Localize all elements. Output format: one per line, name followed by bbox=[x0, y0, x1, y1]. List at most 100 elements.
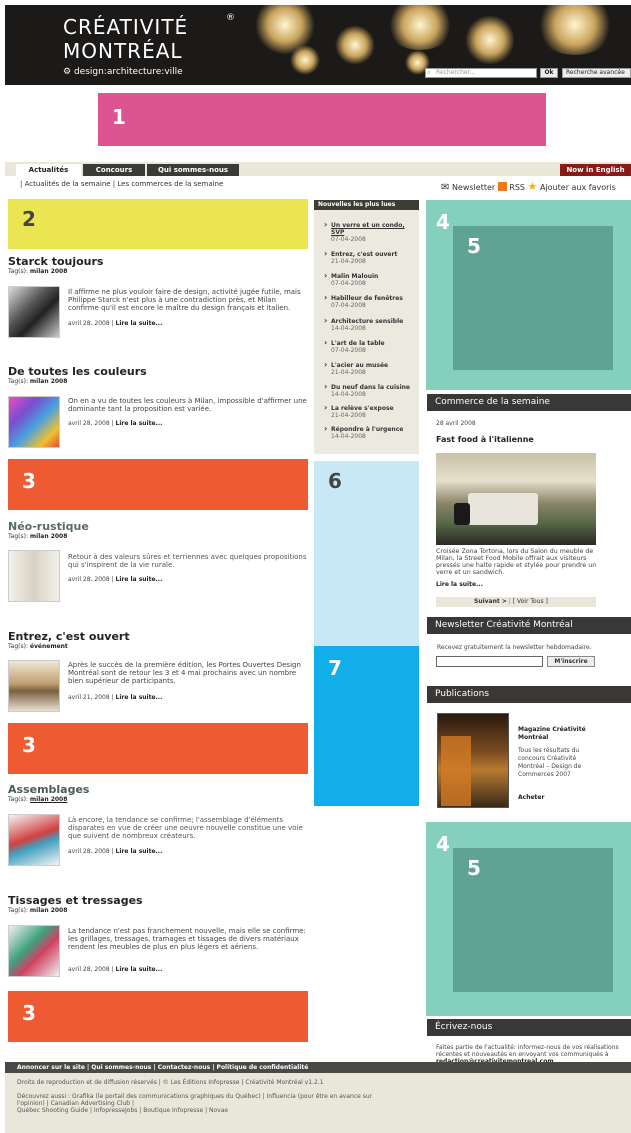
ad-box-5a[interactable]: 5 bbox=[453, 226, 613, 370]
article-body: Il affirme ne plus vouloir faire de desi… bbox=[68, 288, 308, 312]
article-thumbnail[interactable] bbox=[8, 814, 60, 866]
magazine-title[interactable]: Magazine Créativité Montréal bbox=[518, 726, 608, 742]
article-title[interactable]: Néo-rustique bbox=[8, 520, 308, 533]
news-item[interactable]: L'acier au musée21-04-2008 bbox=[324, 361, 416, 376]
news-item[interactable]: Entrez, c'est ouvert21-04-2008 bbox=[324, 250, 416, 265]
commerce-text: Croisée Zona Tortona, lors du Salon du m… bbox=[436, 548, 597, 576]
read-more-link[interactable]: Lire la suite... bbox=[116, 320, 163, 327]
logo-line2[interactable]: MONTRÉAL bbox=[63, 39, 183, 63]
footer-discover-3[interactable]: Québec Shooting Guide | InfopresseJobs |… bbox=[17, 1107, 631, 1114]
news-item[interactable]: Habilleur de fenêtres07-04-2008 bbox=[324, 294, 416, 309]
footer-discover-1[interactable]: Découvrez aussi : Grafika (le portail de… bbox=[17, 1093, 631, 1100]
news-item-title[interactable]: Architecture sensible bbox=[331, 318, 403, 325]
article: De toutes les couleurs Tag(s): milan 200… bbox=[8, 365, 308, 385]
commerce-all-button[interactable]: [ Voir Tous ] bbox=[513, 598, 548, 605]
commerce-read-more[interactable]: Lire la suite... bbox=[436, 581, 483, 588]
commerce-next-button[interactable]: Suivant > bbox=[474, 598, 507, 605]
ad-box-5b[interactable]: 5 bbox=[453, 848, 613, 992]
article-title[interactable]: Entrez, c'est ouvert bbox=[8, 630, 308, 643]
read-more-link[interactable]: Lire la suite... bbox=[116, 576, 163, 583]
tag-link[interactable]: événement bbox=[30, 643, 68, 650]
news-item-title[interactable]: Malin Malouin bbox=[331, 273, 378, 280]
newsletter-email-input[interactable] bbox=[436, 656, 543, 667]
magazine-buy-link[interactable]: Acheter bbox=[518, 794, 544, 801]
newsletter-subscribe-button[interactable]: M'inscrire bbox=[547, 656, 595, 667]
ad-box-3b[interactable]: 3 bbox=[8, 723, 308, 774]
news-item-date: 21-04-2008 bbox=[331, 412, 366, 419]
commerce-photo[interactable] bbox=[436, 453, 596, 545]
ad-box-3b-label: 3 bbox=[22, 733, 36, 757]
tag-link[interactable]: milan 2008 bbox=[30, 796, 67, 803]
logo-line1[interactable]: CRÉATIVITÉ bbox=[63, 15, 188, 39]
article-title[interactable]: Tissages et tressages bbox=[8, 894, 308, 907]
magazine-cover[interactable] bbox=[437, 713, 509, 808]
tag-link[interactable]: milan 2008 bbox=[30, 378, 67, 385]
search-ok-button[interactable]: Ok bbox=[540, 68, 558, 78]
article-date: avril 28, 2008 bbox=[68, 576, 110, 583]
article-thumbnail[interactable] bbox=[8, 396, 60, 448]
article-title[interactable]: De toutes les couleurs bbox=[8, 365, 308, 378]
tag-link[interactable]: milan 2008 bbox=[30, 268, 67, 275]
envelope-icon: ✉ bbox=[441, 182, 450, 193]
news-item[interactable]: L'art de la table07-04-2008 bbox=[324, 339, 416, 354]
news-item[interactable]: Du neuf dans la cuisine14-04-2008 bbox=[324, 383, 416, 398]
news-item-title[interactable]: Entrez, c'est ouvert bbox=[331, 251, 397, 258]
read-more-link[interactable]: Lire la suite... bbox=[116, 966, 163, 973]
news-item-title[interactable]: Un verre et un condo, SVP bbox=[331, 222, 405, 236]
news-item-title[interactable]: Du neuf dans la cuisine bbox=[331, 384, 410, 391]
news-item[interactable]: Un verre et un condo, SVP07-04-2008 bbox=[324, 221, 416, 243]
ad-box-3c[interactable]: 3 bbox=[8, 991, 308, 1042]
read-more-link[interactable]: Lire la suite... bbox=[116, 694, 163, 701]
tag-label: Tag(s): bbox=[8, 907, 28, 914]
footer-discover-2[interactable]: l'opinion) | Canadian Advertising Club | bbox=[17, 1100, 631, 1107]
article-body: On en a vu de toutes les couleurs à Mila… bbox=[68, 397, 308, 413]
site-header: CRÉATIVITÉ MONTRÉAL ® ⚙ design:architect… bbox=[5, 5, 631, 85]
news-item-title[interactable]: Répondre à l'urgence bbox=[331, 426, 403, 433]
article-thumbnail[interactable] bbox=[8, 660, 60, 712]
news-item-title[interactable]: L'acier au musée bbox=[331, 362, 388, 369]
tab-actualites[interactable]: Actualités bbox=[16, 164, 81, 176]
rss-link[interactable]: RSS bbox=[509, 183, 525, 192]
read-more-link[interactable]: Lire la suite... bbox=[116, 420, 163, 427]
newsletter-text: Recevez gratuitement la newsletter hebdo… bbox=[437, 644, 592, 651]
news-item-title[interactable]: Habilleur de fenêtres bbox=[331, 295, 403, 302]
sub-nav[interactable]: | Actualités de la semaine | Les commerc… bbox=[20, 180, 223, 188]
news-item[interactable]: La relève s'expose21-04-2008 bbox=[324, 404, 416, 419]
advanced-search-button[interactable]: Recherche avancée bbox=[562, 68, 631, 78]
news-item-title[interactable]: L'art de la table bbox=[331, 340, 385, 347]
ad-banner-1[interactable]: 1 bbox=[98, 93, 546, 146]
article-tags: Tag(s): milan 2008 bbox=[8, 796, 308, 803]
news-item[interactable]: Répondre à l'urgence14-04-2008 bbox=[324, 425, 416, 440]
article-thumbnail[interactable] bbox=[8, 286, 60, 338]
read-more-link[interactable]: Lire la suite... bbox=[116, 848, 163, 855]
article-thumbnail[interactable] bbox=[8, 925, 60, 977]
news-item-title[interactable]: La relève s'expose bbox=[331, 405, 394, 412]
news-item[interactable]: Malin Malouin07-04-2008 bbox=[324, 272, 416, 287]
news-item-date: 14-04-2008 bbox=[331, 433, 366, 440]
now-in-english-button[interactable]: Now in English bbox=[560, 164, 631, 176]
commerce-title[interactable]: Fast food à l'italienne bbox=[436, 435, 534, 444]
search-input[interactable]: Rechercher... bbox=[425, 68, 537, 78]
article-meta: avril 21, 2008 | Lire la suite... bbox=[68, 694, 163, 701]
food-truck-shape bbox=[468, 493, 538, 525]
article-title[interactable]: Assemblages bbox=[8, 783, 308, 796]
favoris-link[interactable]: Ajouter aux favoris bbox=[540, 183, 616, 192]
tag-link[interactable]: milan 2008 bbox=[30, 907, 67, 914]
article: Assemblages Tag(s): milan 2008 bbox=[8, 783, 308, 803]
tab-qui-sommes-nous[interactable]: Qui sommes-nous bbox=[147, 164, 239, 176]
news-item-date: 21-04-2008 bbox=[331, 369, 366, 376]
article-body: Retour à des valeurs sûres et terriennes… bbox=[68, 553, 308, 569]
ad-box-2[interactable]: 2 bbox=[8, 199, 308, 249]
tag-link[interactable]: milan 2008 bbox=[30, 533, 67, 540]
tab-concours[interactable]: Concours bbox=[83, 164, 145, 176]
article-title[interactable]: Starck toujours bbox=[8, 255, 308, 268]
news-item[interactable]: Architecture sensible14-04-2008 bbox=[324, 317, 416, 332]
article-thumbnail[interactable] bbox=[8, 550, 60, 602]
newsletter-link[interactable]: Newsletter bbox=[452, 183, 495, 192]
ad-box-3a[interactable]: 3 bbox=[8, 459, 308, 510]
ad-box-6[interactable]: 6 bbox=[314, 461, 419, 646]
footer-links[interactable]: Annoncer sur le site | Qui sommes-nous |… bbox=[5, 1062, 631, 1073]
ad-box-7[interactable]: 7 bbox=[314, 646, 419, 806]
commerce-pager: Suivant > | [ Voir Tous ] bbox=[436, 597, 596, 607]
article-meta: avril 28, 2008 | Lire la suite... bbox=[68, 966, 163, 973]
